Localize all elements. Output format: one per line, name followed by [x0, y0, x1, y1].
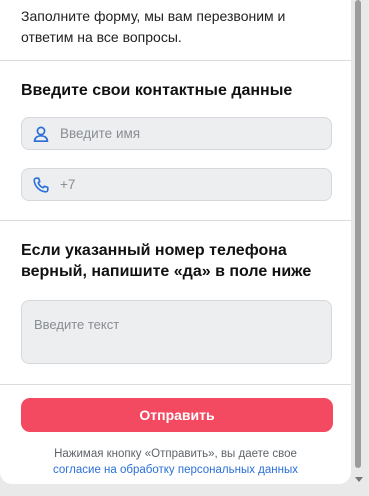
contact-heading: Введите свои контактные данные	[21, 82, 293, 99]
consent-text: Нажимая кнопку «Отправить», вы даете сво…	[54, 448, 297, 460]
person-icon	[31, 124, 51, 144]
name-input[interactable]	[58, 125, 302, 142]
confirm-heading: Если указанный номер телефона верный, на…	[21, 242, 312, 280]
consent-link[interactable]: согласие на обработку персональных данны…	[0, 462, 351, 478]
divider	[0, 220, 351, 221]
consent-note: Нажимая кнопку «Отправить», вы даете сво…	[0, 446, 351, 478]
name-field[interactable]	[21, 117, 332, 150]
intro-text: Заполните форму, мы вам перезвоним и отв…	[21, 8, 286, 45]
phone-icon	[31, 175, 51, 195]
submit-button[interactable]: Отправить	[21, 398, 333, 432]
divider	[0, 384, 351, 385]
phone-field[interactable]	[21, 168, 332, 201]
confirm-textarea[interactable]	[21, 300, 332, 364]
scrollbar-thumb[interactable]	[355, 0, 361, 468]
phone-input[interactable]	[58, 176, 302, 193]
contact-form-card: Заполните форму, мы вам перезвоним и отв…	[0, 0, 351, 484]
scrollbar[interactable]	[354, 0, 362, 476]
divider	[0, 60, 351, 61]
scroll-down-arrow-icon[interactable]	[355, 477, 363, 482]
